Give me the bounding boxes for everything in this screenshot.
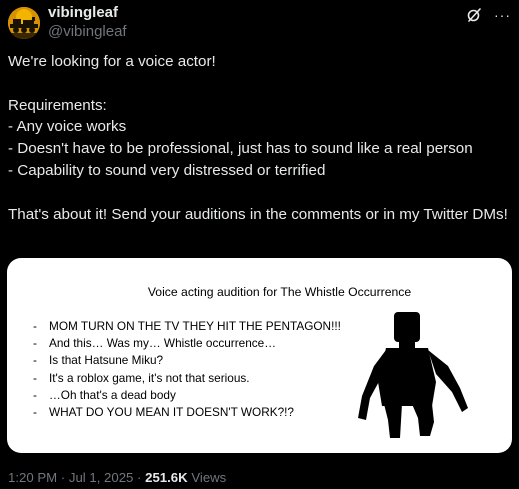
list-item: - …Oh that's a dead body xyxy=(33,387,341,404)
post-media-image[interactable]: Voice acting audition for The Whistle Oc… xyxy=(7,258,512,453)
post-time[interactable]: 1:20 PM xyxy=(8,470,57,485)
audition-lines-list: - MOM TURN ON THE TV THEY HIT THE PENTAGO… xyxy=(33,318,341,421)
views-label: Views xyxy=(191,470,227,485)
grok-icon xyxy=(467,8,481,22)
post-header: vibingleaf @vibingleaf ··· xyxy=(8,4,511,44)
post: vibingleaf @vibingleaf ··· We're looking… xyxy=(0,0,519,489)
grok-button[interactable] xyxy=(466,7,482,23)
list-item: - MOM TURN ON THE TV THEY HIT THE PENTAGO… xyxy=(33,318,341,335)
list-item: - WHAT DO YOU MEAN IT DOESN'T WORK?!? xyxy=(33,404,341,421)
meta-separator: · xyxy=(57,470,69,485)
list-bullet: - xyxy=(33,405,37,420)
more-icon: ··· xyxy=(494,7,511,23)
list-bullet: - xyxy=(33,387,37,402)
author-handle[interactable]: @vibingleaf xyxy=(48,22,127,41)
audition-line: It's a roblox game, it's not that seriou… xyxy=(49,370,250,385)
author-names: vibingleaf @vibingleaf xyxy=(48,4,127,41)
avatar-train-silhouette-icon xyxy=(8,7,40,39)
avatar[interactable] xyxy=(8,7,40,39)
post-text: We're looking for a voice actor! Require… xyxy=(8,53,508,223)
list-bullet: - xyxy=(33,319,37,333)
views-count: 251.6K xyxy=(145,470,188,485)
list-bullet: - xyxy=(33,353,37,368)
meta-separator: · xyxy=(133,470,146,485)
author-display-name[interactable]: vibingleaf xyxy=(48,4,127,22)
list-item: - And this… Was my… Whistle occurrence… xyxy=(33,335,341,352)
list-item: - It's a roblox game, it's not that serio… xyxy=(33,370,341,387)
audition-line: MOM TURN ON THE TV THEY HIT THE PENTAGON… xyxy=(49,319,341,333)
audition-line: …Oh that's a dead body xyxy=(49,387,176,402)
post-date[interactable]: Jul 1, 2025 xyxy=(69,470,134,485)
list-bullet: - xyxy=(33,370,37,385)
media-title: Voice acting audition for The Whistle Oc… xyxy=(147,285,412,299)
post-meta: 1:20 PM · Jul 1, 2025 · 251.6K Views xyxy=(8,470,226,486)
list-bullet: - xyxy=(33,336,37,351)
audition-line: Is that Hatsune Miku? xyxy=(49,353,164,368)
header-actions: ··· xyxy=(466,4,511,26)
audition-line: WHAT DO YOU MEAN IT DOESN'T WORK?!? xyxy=(49,405,294,420)
audition-line: And this… Was my… Whistle occurrence… xyxy=(49,336,277,351)
black-silhouette-figure-icon xyxy=(356,310,476,445)
more-button[interactable]: ··· xyxy=(494,8,511,22)
list-item: - Is that Hatsune Miku? xyxy=(33,352,341,369)
